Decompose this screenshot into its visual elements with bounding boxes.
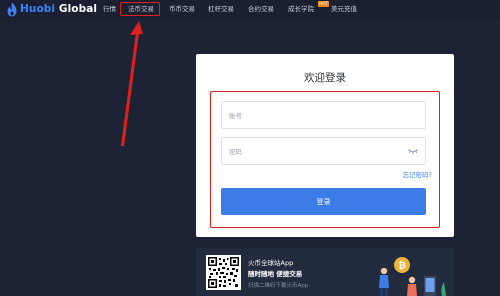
qr-code-icon bbox=[208, 257, 239, 288]
huobi-flame-logo-icon bbox=[7, 2, 17, 17]
login-button[interactable]: 登录 bbox=[221, 188, 426, 215]
hot-badge: HOT bbox=[318, 1, 329, 7]
login-card: 欢迎登录 忘记密码? 登录 bbox=[196, 54, 454, 237]
logo-text: Huobi Global bbox=[20, 1, 97, 18]
svg-text:₿: ₿ bbox=[398, 261, 405, 272]
nav-item-contract-trading[interactable]: 合约交易 bbox=[248, 0, 274, 19]
promo-title: 火币全球站App bbox=[248, 259, 294, 267]
app-download-promo: 火币全球站App 随时随地 便捷交易 扫描二维码下载火币App ₿ bbox=[196, 248, 454, 296]
promo-hint: 扫描二维码下载火币App bbox=[248, 283, 309, 289]
password-input[interactable] bbox=[229, 144, 409, 159]
forgot-password-link[interactable]: 忘记密码? bbox=[392, 169, 432, 179]
eye-closed-icon[interactable] bbox=[408, 148, 418, 155]
nav-item-academy[interactable]: 成长学院 bbox=[288, 0, 314, 19]
logo-text-huobi: Huobi bbox=[20, 3, 56, 15]
nav-item-market[interactable]: 行情 bbox=[103, 0, 116, 19]
logo-text-global: Global bbox=[58, 3, 98, 15]
qr-code bbox=[206, 255, 241, 290]
login-title: 欢迎登录 bbox=[304, 72, 346, 84]
nav-item-usd-deposit[interactable]: 美元充值 bbox=[331, 0, 357, 19]
account-input[interactable] bbox=[229, 108, 409, 123]
nav-item-margin-trading[interactable]: 杠杆交易 bbox=[208, 0, 234, 19]
promo-subtitle: 随时随地 便捷交易 bbox=[248, 270, 303, 278]
huobi-global-logo[interactable]: Huobi Global bbox=[6, 1, 97, 18]
nav-annotation-highlight bbox=[120, 2, 160, 16]
password-field[interactable] bbox=[221, 137, 426, 165]
top-navbar: Huobi Global 行情 法币交易 币币交易 杠杆交易 合约交易 成长学院… bbox=[0, 0, 500, 19]
crypto-people-illustration-icon: ₿ bbox=[379, 257, 446, 296]
nav-item-spot-trading[interactable]: 币币交易 bbox=[169, 0, 195, 19]
account-field[interactable] bbox=[221, 101, 426, 129]
